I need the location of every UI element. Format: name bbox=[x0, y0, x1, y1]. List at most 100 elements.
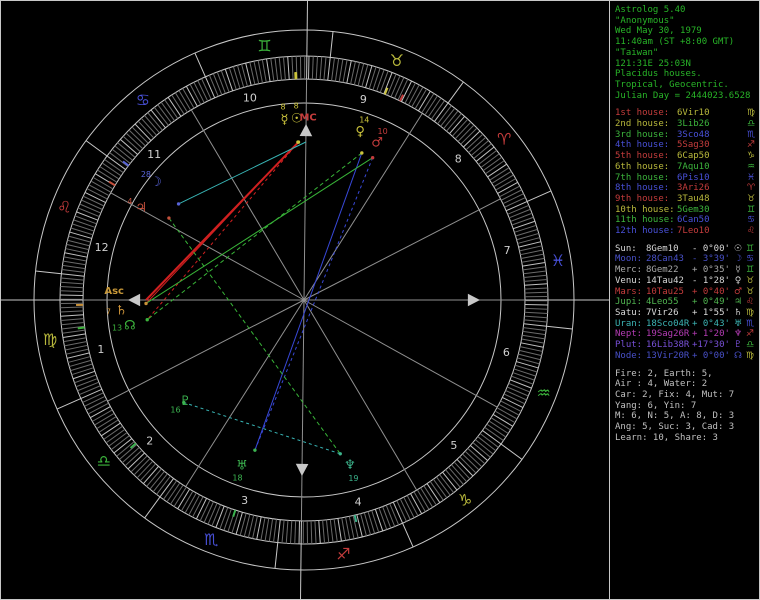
chart-area: ♈ ♉ ♊ ♋ ♌ ♍ ♎ ♏ ♐ ♑ ♒ ♓ 1 2 3 4 5 6 7 8 9 10 11 12 ☉ 8 ☽ 28 ☿ 8 ♀ 14 ♂ 10… bbox=[1, 1, 609, 599]
planet-name: Moon: bbox=[615, 254, 643, 265]
degree-tick bbox=[185, 86, 198, 107]
planet-tick bbox=[77, 326, 85, 330]
natal-wheel-svg: ♈♉♊♋♌♍♎♏♐♑♒♓123 456789101112☉8☽28☿8♀14♂10… bbox=[1, 1, 609, 599]
planet-name: Merc: bbox=[615, 265, 643, 276]
angle-label-asc: Asc bbox=[104, 286, 124, 297]
degree-tick bbox=[80, 388, 103, 400]
planet-latitude: - 1°28' bbox=[692, 275, 730, 286]
degree-tick bbox=[323, 56, 327, 80]
sign-glyph: ♉ bbox=[746, 193, 756, 204]
degree-tick bbox=[82, 195, 105, 207]
house-cusp bbox=[303, 113, 423, 301]
degree-tick bbox=[325, 519, 330, 543]
degree-tick bbox=[192, 496, 204, 518]
house-label: 12th house: bbox=[615, 226, 675, 237]
degree-tick bbox=[76, 211, 99, 221]
stats-line: Car: 2, Fix: 4, Mut: 7 bbox=[615, 389, 735, 400]
degree-tick bbox=[256, 516, 262, 540]
degree-tick bbox=[189, 83, 202, 105]
planet-glyph-moon-icon: ☽ bbox=[150, 175, 162, 190]
house-cusp-value: 6Can50 bbox=[677, 215, 710, 226]
sign-glyph: ♒ bbox=[746, 161, 756, 172]
degree-tick bbox=[193, 82, 205, 104]
chart-header: Astrolog 5.40 "Anonymous" Wed May 30, 19… bbox=[615, 5, 757, 101]
info-panel: Astrolog 5.40 "Anonymous" Wed May 30, 19… bbox=[609, 1, 759, 599]
planet-name: Sun: bbox=[615, 243, 637, 254]
degree-tick bbox=[87, 402, 109, 415]
planet-glyph: ♆ bbox=[733, 329, 743, 340]
degree-tick bbox=[524, 307, 548, 310]
degree-tick bbox=[72, 223, 95, 232]
angle-axis bbox=[300, 520, 302, 599]
planet-glyph-venus-icon: ♀ bbox=[355, 125, 365, 140]
degree-tick bbox=[523, 270, 547, 275]
planet-glyph-saturn-icon: ♄ bbox=[116, 304, 128, 319]
degree-tick bbox=[60, 318, 84, 322]
degree-tick bbox=[86, 399, 108, 411]
planet-row: Venu: 14Tau42 - 1°28' ♀ ♉ bbox=[615, 276, 757, 287]
degree-tick bbox=[396, 500, 407, 522]
house-row: 8th house: 3Ari26 ♈ bbox=[615, 183, 757, 194]
degree-tick bbox=[519, 346, 543, 352]
degree-tick bbox=[499, 185, 521, 198]
house-number: 1 bbox=[97, 343, 104, 356]
zodiac-sign-virgo-icon: ♍ bbox=[43, 330, 57, 349]
degree-tick bbox=[496, 407, 518, 420]
degree-tick bbox=[410, 493, 423, 514]
degree-tick bbox=[253, 61, 260, 84]
degree-tick bbox=[215, 505, 225, 528]
planet-latitude: +17°30' bbox=[692, 340, 730, 351]
degree-tick bbox=[71, 367, 94, 376]
planet-position: 28Can43 bbox=[646, 254, 684, 265]
house-label: 5th house: bbox=[615, 151, 670, 162]
degree-tick bbox=[374, 509, 384, 532]
degree-tick bbox=[319, 56, 323, 80]
degree-tick bbox=[411, 86, 424, 108]
degree-tick bbox=[401, 80, 413, 102]
degree-tick bbox=[290, 520, 293, 544]
degree-tick bbox=[520, 342, 544, 348]
planet-position: 4Leo55 bbox=[646, 297, 679, 308]
degree-tick bbox=[350, 61, 356, 85]
degree-tick bbox=[90, 180, 112, 193]
planet-row: Jupi: 4Leo55 + 0°49' ♃ ♌ bbox=[615, 297, 757, 308]
planet-name: Plut: bbox=[615, 340, 643, 351]
sign-glyph: ♊ bbox=[745, 265, 755, 276]
planet-row: Node: 13Vir20R + 0°00' ☊ ♍ bbox=[615, 351, 757, 362]
degree-tick bbox=[342, 59, 348, 83]
planet-latitude: + 0°49' bbox=[692, 297, 730, 308]
degree-tick bbox=[63, 260, 86, 266]
planet-tick bbox=[232, 509, 237, 518]
house-number: 6 bbox=[503, 346, 510, 359]
degree-tick bbox=[197, 80, 209, 102]
degree-tick bbox=[521, 338, 545, 344]
degree-tick bbox=[252, 515, 258, 539]
house-row: 4th house: 5Sag30 ♐ bbox=[615, 140, 757, 151]
degree-tick bbox=[521, 257, 545, 263]
zodiac-sign-leo-icon: ♌ bbox=[57, 198, 71, 217]
degree-tick bbox=[314, 520, 317, 544]
degree-tick bbox=[208, 74, 219, 97]
planet-row: Sun: 8Gem10 - 0°00' ☉ ♊ bbox=[615, 244, 757, 255]
degree-tick bbox=[207, 502, 218, 525]
planet-latitude: + 0°43' bbox=[692, 318, 730, 329]
sign-boundary bbox=[274, 542, 279, 569]
degree-tick bbox=[65, 344, 88, 351]
sign-boundary bbox=[329, 31, 334, 58]
sign-glyph: ♑ bbox=[746, 151, 756, 162]
planet-position: 18Sco04R bbox=[646, 318, 690, 329]
house-cusp-value: 6Pis10 bbox=[677, 172, 710, 183]
degree-tick bbox=[61, 269, 85, 273]
degree-tick bbox=[81, 199, 103, 210]
planet-latitude: + 0°35' bbox=[692, 265, 730, 276]
degree-tick bbox=[294, 520, 297, 544]
house-row: 6th house: 7Aqu10 ♒ bbox=[615, 162, 757, 173]
planet-row: Merc: 8Gem22 + 0°35' ☿ ♊ bbox=[615, 265, 757, 276]
planet-glyph-jupiter-icon: ♃ bbox=[135, 200, 147, 215]
house-label: 3rd house: bbox=[615, 129, 670, 140]
degree-tick bbox=[90, 406, 111, 419]
planet-latitude: - 3°39' bbox=[692, 254, 730, 265]
degree-tick bbox=[522, 334, 545, 340]
degree-tick bbox=[333, 518, 338, 542]
planet-degree-label: 13 bbox=[112, 323, 122, 332]
